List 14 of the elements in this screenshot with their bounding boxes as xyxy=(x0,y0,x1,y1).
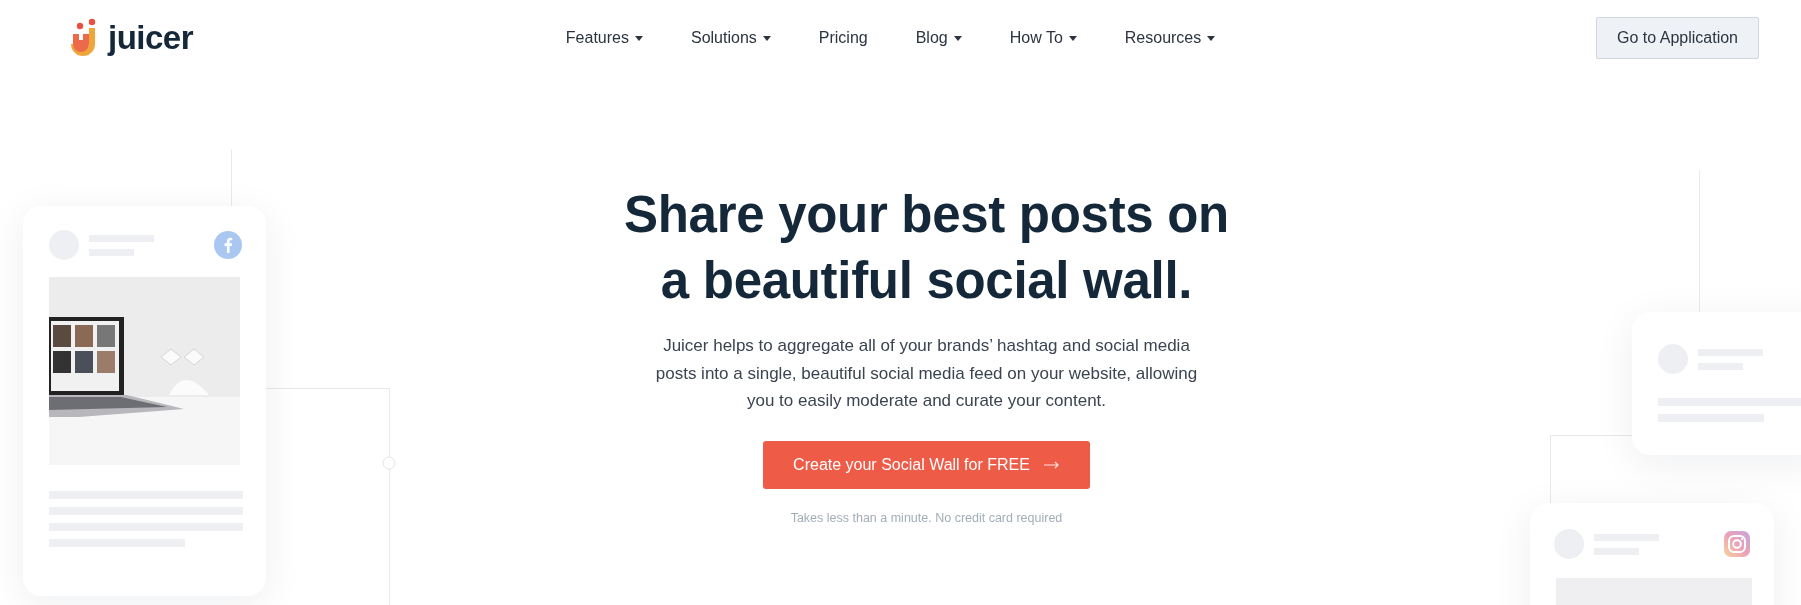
nav-link[interactable]: Pricing xyxy=(794,21,892,55)
nav-link[interactable]: Blog xyxy=(891,21,986,55)
arrow-icon xyxy=(1043,460,1060,469)
facebook-icon xyxy=(214,231,242,259)
hero-note: Takes less than a minute. No credit card required xyxy=(790,510,1063,525)
nav-link[interactable]: Resources xyxy=(1100,21,1240,55)
logo-wordmark: juicer xyxy=(108,19,194,57)
hero-description: Juicer helps to aggregate all of your brands’ hashtag and social media posts into a single, beautiful social media feed on your website, allowing you to easily moderate and curate your content. xyxy=(654,335,1199,412)
hero-heading: Share your best posts on a beautiful social wall. xyxy=(624,185,1229,311)
nav-link[interactable]: Features xyxy=(541,21,667,55)
camera-icon xyxy=(1724,531,1750,557)
nav-link[interactable]: How To xyxy=(985,21,1101,55)
go-to-application-button[interactable]: Go to Application xyxy=(1596,17,1759,59)
nav-link[interactable]: Solutions xyxy=(666,21,795,55)
